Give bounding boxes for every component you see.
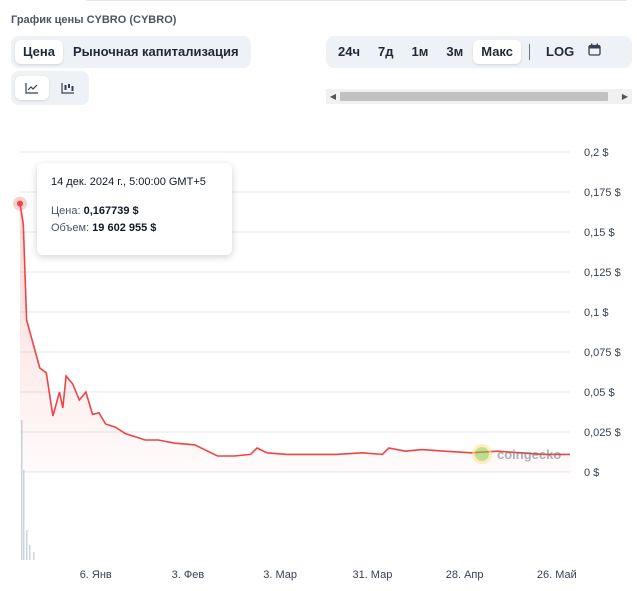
tooltip-date: 14 дек. 2024 г., 5:00:00 GMT+5 [51,176,206,188]
range-scrollbar[interactable]: ◀ ▶ [326,89,632,104]
watermark-text: coingecko [497,446,562,462]
chart-type-toggle: Цена Рыночная капитализация [11,36,251,68]
candlestick-chart-icon [61,83,74,94]
chart-title: График цены CYBRO (CYBRO) [11,14,177,26]
top-divider [86,0,627,1]
log-scale-button[interactable]: LOG [538,40,582,64]
tab-price[interactable]: Цена [15,40,63,64]
x-tick-label: 3. Мар [263,569,297,581]
chart-view-toggle [11,71,89,105]
tooltip-volume-value: 19 602 955 $ [92,222,157,234]
range-1m[interactable]: 1м [404,40,437,64]
y-tick-label: 0 $ [584,467,599,479]
time-range-toggle: 24ч 7д 1м 3м Макс LOG [326,36,632,68]
range-3m[interactable]: 3м [438,40,471,64]
chart-tooltip: 14 дек. 2024 г., 5:00:00 GMT+5 Цена: 0,1… [37,163,232,255]
tooltip-price-value: 0,167739 $ [83,205,139,217]
marker-dot [17,200,23,207]
y-tick-label: 0,075 $ [584,347,621,359]
calendar-button[interactable] [584,40,605,64]
x-tick-label: 6. Янв [80,569,112,581]
scroll-right-icon[interactable]: ▶ [618,89,632,104]
x-tick-label: 31. Мар [352,569,392,581]
coingecko-logo-icon [472,444,492,464]
y-tick-label: 0,15 $ [584,227,615,239]
y-axis: 0,2 $ 0,175 $ 0,15 $ 0,125 $ 0,1 $ 0,075 $ 0,0… [584,147,621,479]
y-tick-label: 0,05 $ [584,387,615,399]
y-tick-label: 0,125 $ [584,267,621,279]
range-max[interactable]: Макс [473,40,522,64]
scroll-left-icon[interactable]: ◀ [326,89,340,104]
range-7d[interactable]: 7д [370,40,401,64]
scrollbar-thumb[interactable] [340,92,608,101]
tooltip-volume-label: Объем: [51,222,90,234]
tab-market-cap[interactable]: Рыночная капитализация [65,40,247,64]
x-tick-label: 3. Фев [172,569,205,581]
volume-bar-1 [23,470,25,560]
line-chart-icon [25,83,38,94]
tooltip-price-label: Цена: [51,205,81,217]
hover-marker [13,196,27,211]
y-tick-label: 0,1 $ [584,307,608,319]
coingecko-watermark: coingecko [472,444,561,464]
x-axis: 6. Янв 3. Фев 3. Мар 31. Мар 28. Апр 26. Май [80,569,577,581]
volume-bar-4 [33,552,35,560]
calendar-icon [588,43,601,56]
y-tick-label: 0,025 $ [584,427,621,439]
y-tick-label: 0,2 $ [584,147,608,159]
tooltip-volume-row: Объем: 19 602 955 $ [51,222,218,234]
tooltip-price-row: Цена: 0,167739 $ [51,205,218,217]
candlestick-view-button[interactable] [51,76,85,100]
line-view-button[interactable] [15,76,49,100]
x-tick-label: 28. Апр [446,569,484,581]
y-tick-label: 0,175 $ [584,187,621,199]
range-24h[interactable]: 24ч [330,40,368,64]
x-tick-label: 26. Май [537,569,577,581]
separator [529,44,531,60]
volume-bar-3 [29,545,31,560]
volume-bar-2 [26,530,28,560]
